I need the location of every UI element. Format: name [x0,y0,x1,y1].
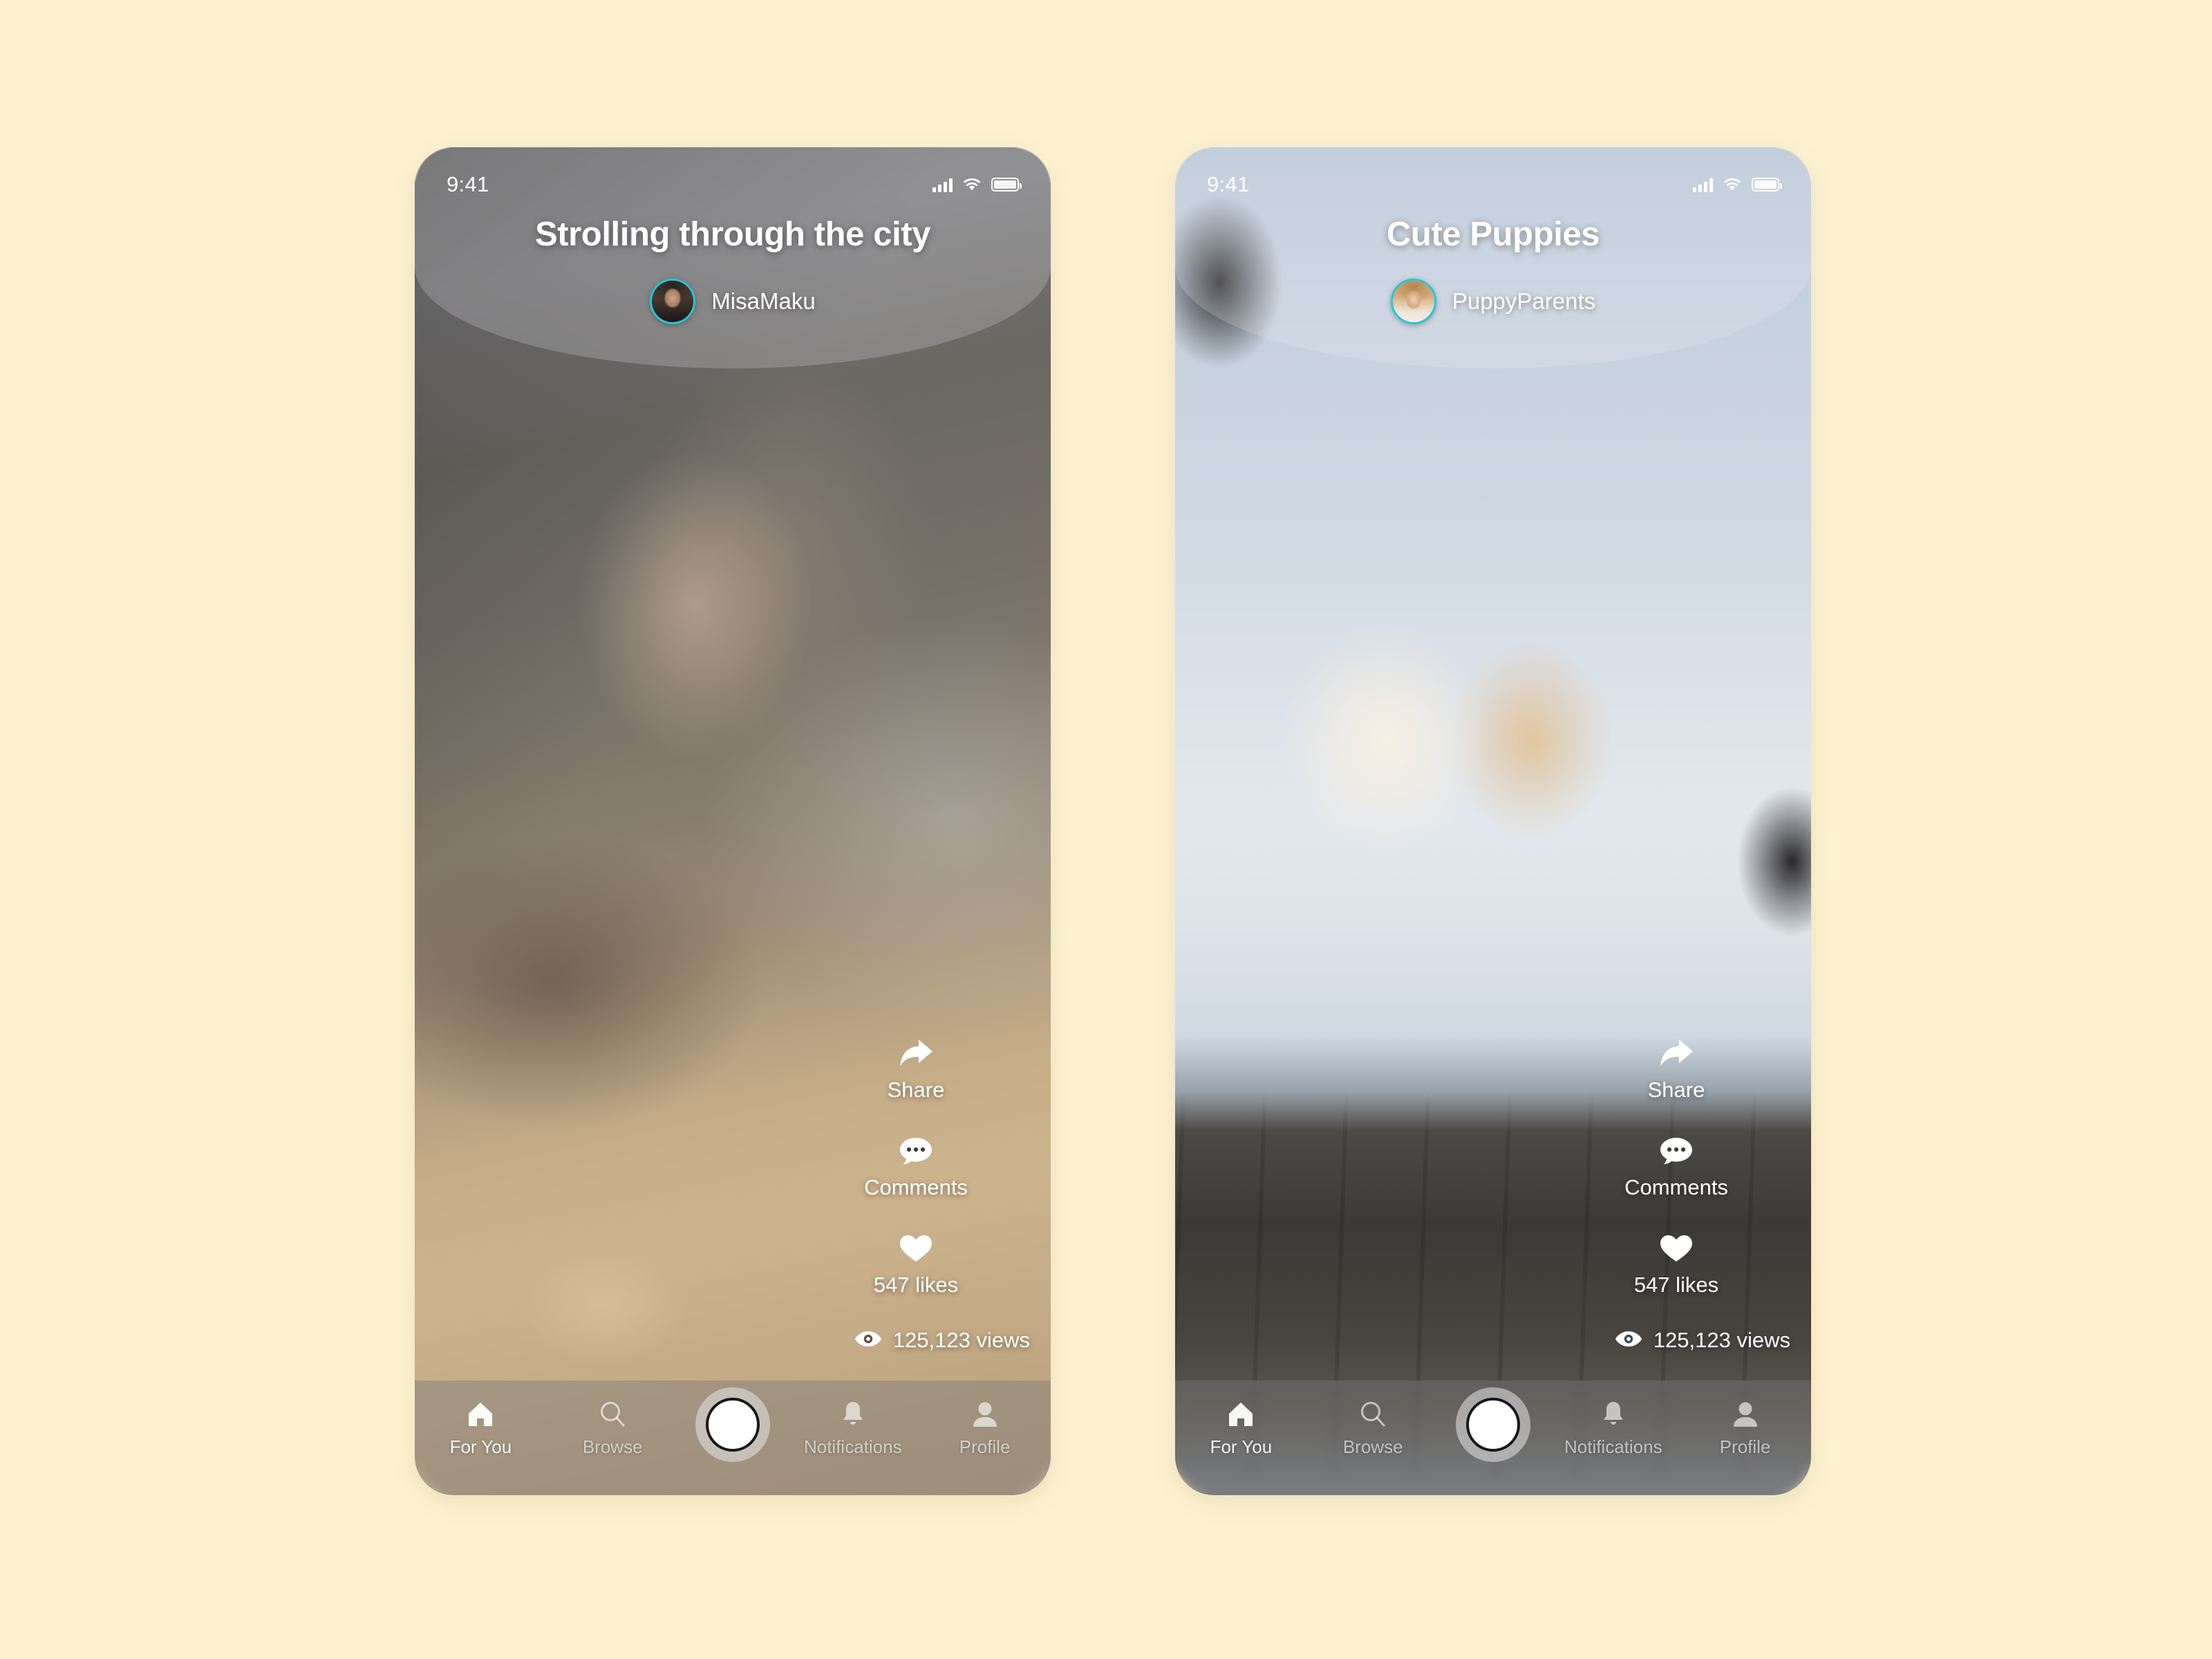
nav-label-for-you: For You [1210,1436,1273,1457]
nav-item-for-you[interactable]: For You [1192,1398,1290,1458]
post-title: Cute Puppies [1386,216,1600,253]
share-label: Share [1647,1078,1705,1102]
author-row[interactable]: PuppyParents [1175,279,1811,324]
bottom-navigation: For You Browse Notifications Profile [415,1380,1051,1495]
views-counter: 125,123 views [802,1328,1030,1353]
share-button[interactable]: Share [1562,1035,1790,1103]
nav-label-profile: Profile [959,1436,1011,1457]
bell-icon [841,1398,865,1430]
like-button[interactable]: 547 likes [802,1230,1030,1297]
record-button-inner [1465,1398,1520,1452]
home-icon [467,1398,494,1430]
nav-item-profile[interactable]: Profile [936,1398,1034,1458]
views-label: 125,123 views [892,1328,1030,1352]
nav-item-notifications[interactable]: Notifications [1564,1398,1662,1458]
battery-icon [991,178,1022,191]
person-icon [1732,1398,1759,1430]
action-rail: Share Comments 547 likes 125,123 views [802,1035,1030,1353]
likes-label: 547 likes [873,1273,959,1297]
status-bar-indicators [1693,177,1782,192]
comments-label: Comments [864,1175,968,1199]
bottom-navigation: For You Browse Notifications Profile [1175,1380,1811,1495]
eye-icon [1615,1329,1642,1352]
nav-label-browse: Browse [1342,1436,1403,1457]
heart-icon [802,1230,1030,1266]
person-icon [972,1398,998,1430]
record-button[interactable] [695,1387,770,1462]
comments-label: Comments [1624,1175,1728,1199]
status-bar: 9:41 [1175,147,1811,207]
nav-item-browse[interactable]: Browse [1324,1398,1422,1458]
cellular-bars-icon [1693,178,1713,192]
nav-label-browse: Browse [582,1436,643,1457]
views-counter: 125,123 views [1562,1328,1790,1353]
comments-button[interactable]: Comments [802,1133,1030,1200]
author-row[interactable]: MisaMaku [415,279,1051,324]
nav-item-browse[interactable]: Browse [563,1398,662,1458]
status-bar-indicators [932,177,1022,192]
avatar-image [652,281,694,322]
author-name[interactable]: MisaMaku [711,288,815,315]
status-bar-time: 9:41 [447,172,489,196]
nav-item-notifications[interactable]: Notifications [804,1398,902,1458]
home-icon [1227,1398,1255,1430]
heart-icon [1562,1230,1790,1266]
avatar[interactable] [650,279,696,324]
record-button-inner [705,1398,760,1452]
action-rail: Share Comments 547 likes 125,123 views [1562,1035,1790,1353]
wifi-icon [1724,178,1741,191]
avatar-image [1392,281,1434,322]
status-bar: 9:41 [415,147,1051,207]
mockup-canvas: 9:41 Strolling through the city MisaMaku [0,0,2212,1659]
search-icon [1359,1398,1387,1430]
likes-label: 547 likes [1633,1273,1719,1297]
nav-label-notifications: Notifications [803,1436,902,1457]
share-arrow-icon [802,1035,1030,1071]
status-bar-time: 9:41 [1207,172,1250,196]
comment-bubble-icon [1562,1133,1790,1169]
phone-mockup-left: 9:41 Strolling through the city MisaMaku [415,147,1051,1495]
wifi-icon [964,178,980,191]
nav-label-profile: Profile [1719,1436,1771,1457]
nav-label-notifications: Notifications [1564,1436,1662,1457]
author-name[interactable]: PuppyParents [1452,288,1595,315]
record-button[interactable] [1455,1387,1530,1462]
views-label: 125,123 views [1653,1328,1790,1352]
search-icon [599,1398,626,1430]
battery-icon [1752,178,1782,191]
nav-item-profile[interactable]: Profile [1696,1398,1794,1458]
eye-icon [854,1329,882,1352]
comment-bubble-icon [802,1133,1030,1169]
nav-item-for-you[interactable]: For You [431,1398,529,1458]
phone-mockup-right: 9:41 Cute Puppies PuppyParents Share Com… [1175,147,1811,1495]
avatar[interactable] [1390,279,1436,324]
nav-label-for-you: For You [449,1436,512,1457]
post-title: Strolling through the city [534,216,931,253]
bell-icon [1601,1398,1626,1430]
like-button[interactable]: 547 likes [1562,1230,1790,1297]
comments-button[interactable]: Comments [1562,1133,1790,1200]
share-label: Share [887,1078,945,1102]
share-arrow-icon [1562,1035,1790,1071]
cellular-bars-icon [932,178,953,192]
share-button[interactable]: Share [802,1035,1030,1103]
